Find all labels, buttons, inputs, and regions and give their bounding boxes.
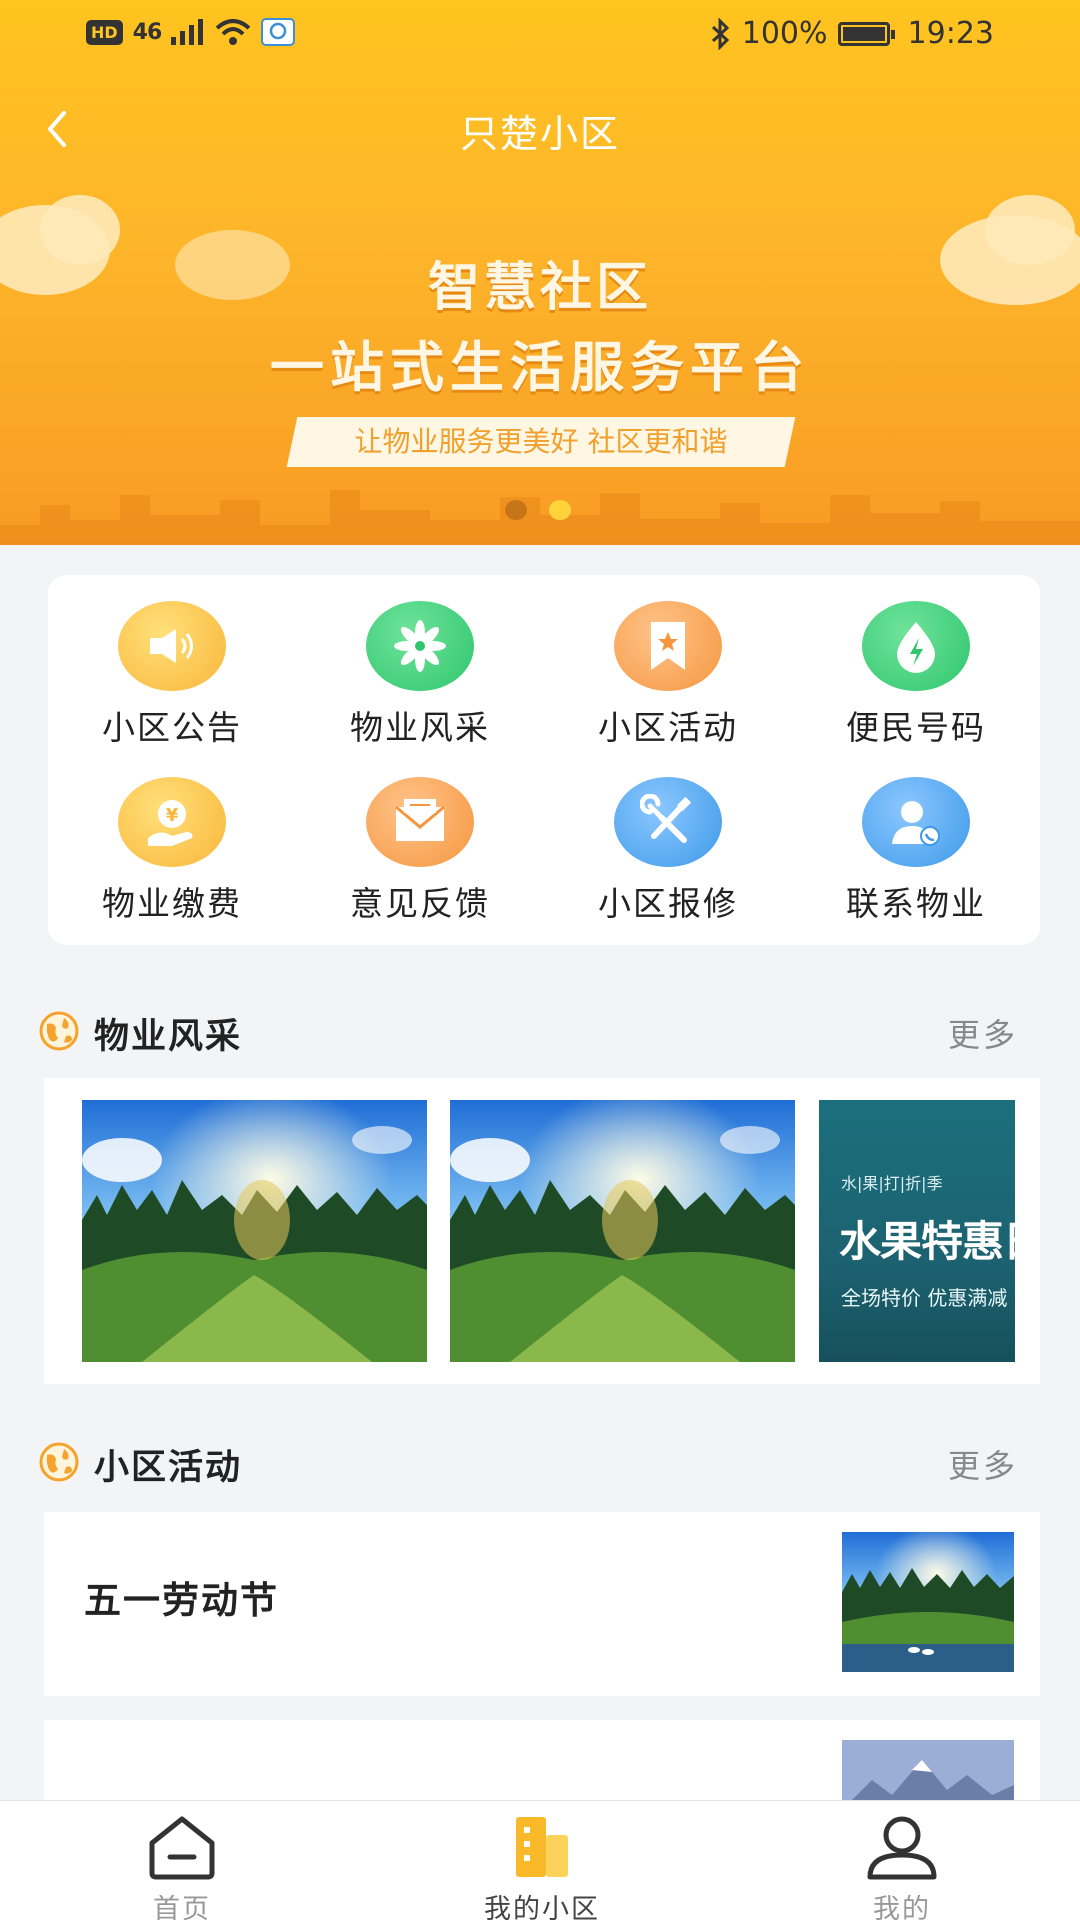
page-title: 只楚小区 <box>459 112 620 156</box>
carousel-dot-active[interactable] <box>549 500 571 520</box>
banner-carousel[interactable]: 智慧社区 一站式生活服务平台 让物业服务更美好 社区更和谐 <box>0 185 1080 545</box>
envelope-icon <box>366 777 474 867</box>
home-icon <box>149 1816 215 1880</box>
quick-item-label: 小区报修 <box>598 884 738 923</box>
network-type: 46 <box>132 19 163 45</box>
quick-item-repair[interactable]: 小区报修 <box>544 777 792 927</box>
carousel-dots <box>505 500 571 520</box>
bluetooth-icon <box>711 17 729 50</box>
tab-label: 我的 <box>873 1894 931 1920</box>
quick-item-announcements[interactable]: 小区公告 <box>48 601 296 751</box>
property-style-gallery: 水|果|打|折|季 水果特惠日 全场特价 优惠满减 <box>44 1078 1040 1384</box>
tab-my-community[interactable]: 我的小区 <box>452 1801 632 1920</box>
activity-title: 五一劳动节 <box>84 1579 279 1622</box>
forest-image <box>450 1100 795 1362</box>
quick-item-contact[interactable]: 联系物业 <box>792 777 1040 927</box>
header-banner-area: HD 46 100% 19:23 只楚小区 智慧社区 一站式生活服务平台 让物业… <box>0 0 1080 545</box>
quick-item-label: 小区活动 <box>598 708 738 747</box>
tab-label: 我的小区 <box>484 1894 600 1920</box>
tab-me[interactable]: 我的 <box>812 1801 992 1920</box>
buildings-icon <box>516 1817 568 1877</box>
chat-notification-icon <box>261 18 296 46</box>
tab-home[interactable]: 首页 <box>92 1801 272 1920</box>
gallery-promo-image[interactable]: 水|果|打|折|季 水果特惠日 全场特价 优惠满减 <box>819 1100 1015 1362</box>
quick-item-label: 物业风采 <box>350 708 490 747</box>
banner-slogan: 让物业服务更美好 社区更和谐 <box>354 425 728 458</box>
promo-subtitle: 全场特价 优惠满减 <box>841 1286 1008 1310</box>
bottom-tab-bar: 首页 我的小区 我的 <box>0 1800 1080 1920</box>
quick-item-payment[interactable]: ¥ 物业缴费 <box>48 777 296 927</box>
battery-icon <box>837 21 895 46</box>
megaphone-icon <box>118 601 226 691</box>
activity-card[interactable]: 五一劳动节 <box>44 1512 1040 1696</box>
forest-lake-image <box>842 1532 1014 1672</box>
status-bar: HD 46 100% 19:23 <box>0 0 1080 72</box>
promo-title: 水果特惠日 <box>839 1217 1015 1266</box>
lightning-drop-icon <box>862 601 970 691</box>
banner-headline: 智慧社区 <box>427 258 652 318</box>
quick-actions-grid: 小区公告 物业风采 小区活动 便民号码 ¥ 物业缴费 意见反馈 小区报修 联系物… <box>48 575 1040 945</box>
quick-item-label: 物业缴费 <box>102 884 242 923</box>
yen-hand-icon: ¥ <box>118 777 226 867</box>
quick-item-phone-numbers[interactable]: 便民号码 <box>792 601 1040 751</box>
globe-icon <box>39 1442 79 1482</box>
globe-icon <box>39 1011 79 1051</box>
more-link[interactable]: 更多 <box>948 1441 1018 1487</box>
quick-item-label: 意见反馈 <box>350 884 490 923</box>
quick-item-label: 联系物业 <box>846 884 986 923</box>
banner-subheadline: 一站式生活服务平台 <box>270 336 810 399</box>
forest-image <box>82 1100 427 1362</box>
quick-item-feedback[interactable]: 意见反馈 <box>296 777 544 927</box>
section-header-property-style: 物业风采 更多 <box>38 1000 1038 1060</box>
section-title: 小区活动 <box>94 1448 243 1488</box>
quick-item-label: 小区公告 <box>102 708 242 747</box>
clock: 19:23 <box>907 16 994 51</box>
promo-tag: 水|果|打|折|季 <box>841 1174 943 1193</box>
tools-icon <box>614 777 722 867</box>
contact-person-icon <box>862 777 970 867</box>
quick-item-activities[interactable]: 小区活动 <box>544 601 792 751</box>
section-header-activities: 小区活动 更多 <box>38 1431 1038 1491</box>
hd-badge: HD <box>86 19 123 45</box>
activity-thumbnail <box>842 1532 1014 1672</box>
gallery-image[interactable] <box>450 1100 795 1362</box>
signal-icon <box>171 19 204 45</box>
quick-item-property-style[interactable]: 物业风采 <box>296 601 544 751</box>
svg-text:¥: ¥ <box>166 805 179 826</box>
gallery-image[interactable] <box>82 1100 427 1362</box>
section-title: 物业风采 <box>94 1017 243 1057</box>
more-link[interactable]: 更多 <box>948 1010 1018 1056</box>
quick-item-label: 便民号码 <box>846 708 986 747</box>
banner-slogan-box: 让物业服务更美好 社区更和谐 <box>286 417 796 467</box>
nav-bar: 只楚小区 <box>0 85 1080 175</box>
wifi-icon <box>215 19 251 45</box>
person-icon <box>867 1816 937 1880</box>
battery-percent: 100% <box>741 16 828 51</box>
carousel-dot[interactable] <box>505 500 527 520</box>
bookmark-star-icon <box>614 601 722 691</box>
flower-icon <box>366 601 474 691</box>
tab-label: 首页 <box>153 1894 211 1920</box>
